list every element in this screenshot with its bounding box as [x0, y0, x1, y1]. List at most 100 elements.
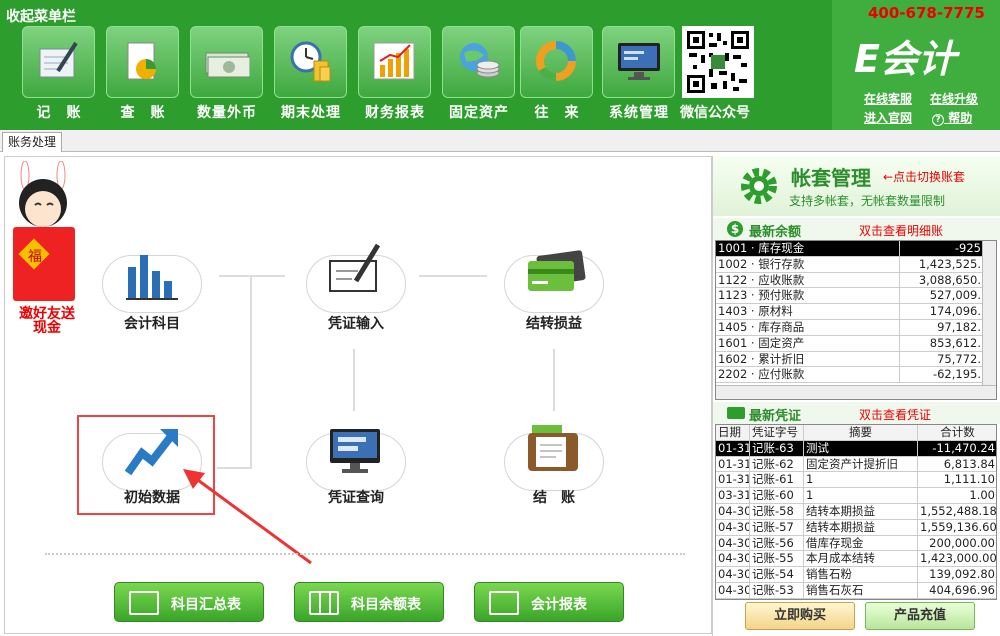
voucher-no: 记账-54: [750, 567, 804, 583]
collapse-menu-toggle[interactable]: 收起菜单栏: [6, 6, 76, 26]
balance-account: 1602 · 累计折旧: [716, 351, 900, 368]
subject-summary-button[interactable]: 科目汇总表: [114, 582, 264, 622]
flow-accounts-button[interactable]: 会计科目: [97, 241, 207, 332]
toolbar-bookkeeping-button[interactable]: 记 账: [22, 26, 96, 122]
flow-connector: [353, 349, 355, 411]
buy-now-button[interactable]: 立即购买: [745, 602, 855, 630]
help-link[interactable]: ? 帮助: [932, 109, 972, 126]
balance-row[interactable]: 2202 · 应付账款 -62,195.: [716, 367, 996, 384]
account-set-subtitle: 支持多帐套，无帐套数量限制: [789, 194, 946, 208]
flow-carry-forward-button[interactable]: 结转损益: [499, 241, 609, 332]
account-set-manager[interactable]: 帐套管理 ←点击切换账套 支持多帐套，无帐套数量限制: [713, 156, 1000, 216]
balance-header: $ 最新余额 双击查看明细账: [713, 218, 1000, 240]
voucher-row[interactable]: 04-30 记账-58 结转本期损益 1,552,488.18: [716, 503, 997, 520]
flow-close-period-button[interactable]: 结 账: [499, 419, 609, 506]
grid-icon: [309, 591, 339, 615]
summary-table-icon: [129, 591, 159, 615]
voucher-date: 01-31: [718, 456, 750, 473]
balance-hint: 双击查看明细账: [859, 224, 944, 238]
toolbar-system-button[interactable]: 系统管理: [602, 26, 676, 122]
balance-row[interactable]: 1001 · 库存现金 -925: [716, 241, 996, 257]
button-label: 会计报表: [531, 597, 587, 613]
voucher-row[interactable]: 04-30 记账-55 本月成本结转 1,423,000.00: [716, 551, 997, 568]
voucher-row[interactable]: 03-31 记账-60 1 1.00: [716, 488, 996, 504]
voucher-table: 日期 凭证字号 摘要 合计数 01-31 记账-63 测试 -11,470.24 01-…: [715, 424, 997, 600]
clock-coins-icon: [274, 26, 347, 98]
balance-account: 2202 · 应付账款: [716, 367, 900, 384]
voucher-date: 04-30: [718, 519, 750, 536]
balance-value: 853,612.: [900, 335, 984, 352]
balance-row[interactable]: 1405 · 库存商品 97,182.: [716, 319, 996, 336]
balance-row[interactable]: 1122 · 应收账款 3,088,650.: [716, 272, 996, 289]
voucher-table-header: 日期 凭证字号 摘要 合计数: [716, 425, 996, 441]
voucher-amount: 1,552,488.18: [920, 503, 997, 518]
svg-text:福: 福: [28, 249, 42, 265]
tab-accounting[interactable]: 账务处理: [2, 132, 63, 152]
voucher-row[interactable]: 01-31 记账-61 1 1,111.10: [716, 472, 996, 489]
wechat-label: 微信公众号: [680, 105, 750, 121]
ring-icon: [520, 26, 593, 98]
balance-row[interactable]: 1123 · 预付账款 527,009.: [716, 288, 996, 305]
globe-coins-icon: [442, 26, 515, 98]
toolbar-contacts-button[interactable]: 往 来: [520, 26, 594, 122]
recharge-button[interactable]: 产品充值: [865, 602, 975, 630]
online-service-link[interactable]: 在线客服: [864, 90, 912, 107]
toolbar-label: 记 账: [36, 105, 82, 121]
report-icon: [489, 591, 519, 615]
top-toolbar: 收起菜单栏 记 账 查 账 数量外币 期末处理 财务报表 固定资产 往 来 系统…: [0, 0, 1000, 130]
balance-value: 527,009.: [900, 288, 984, 305]
wechat-qr-code: [682, 26, 754, 98]
flow-label: 结转损益: [526, 316, 582, 332]
balance-title: 最新余额: [749, 225, 802, 240]
accounting-report-button[interactable]: 会计报表: [474, 582, 624, 622]
voucher-no: 记账-56: [750, 535, 804, 552]
online-upgrade-link[interactable]: 在线升级: [930, 90, 978, 107]
balance-row[interactable]: 1602 · 累计折旧 75,772.: [716, 351, 996, 368]
toolbar-label: 查 账: [120, 105, 166, 121]
help-label: 帮助: [948, 111, 973, 125]
voucher-no: 记账-58: [750, 503, 804, 520]
flow-connector: [419, 275, 487, 277]
toolbar-period-end-button[interactable]: 期末处理: [274, 26, 348, 122]
voucher-row[interactable]: 01-31 记账-62 固定资产计提折旧 6,813.84: [716, 456, 996, 473]
balance-row[interactable]: 1601 · 固定资产 853,612.: [716, 335, 996, 352]
voucher-no: 记账-60: [750, 488, 804, 504]
flow-voucher-input-button[interactable]: 凭证输入: [301, 241, 411, 332]
promo-invite-friends[interactable]: 福 邀好友送现金: [7, 160, 81, 341]
toolbar-currency-button[interactable]: 数量外币: [190, 26, 264, 122]
official-site-link[interactable]: 进入官网: [864, 109, 912, 126]
switch-account-set-hint: ←点击切换账套: [883, 170, 966, 184]
balance-value: -925: [900, 241, 984, 257]
voucher-row[interactable]: 04-30 记账-57 结转本期损益 1,559,136.60: [716, 519, 996, 536]
balance-vertical-scrollbar[interactable]: [982, 241, 996, 399]
account-chart-icon: [126, 255, 178, 300]
money-icon: [190, 26, 263, 98]
voucher-memo: 借库存现金: [804, 535, 918, 552]
voucher-row[interactable]: 04-30 记账-53 销售石灰石 404,696.96: [716, 582, 996, 599]
voucher-row[interactable]: 04-30 记账-54 销售石粉 139,092.80: [716, 567, 996, 583]
voucher-row[interactable]: 04-30 记账-56 借库存现金 200,000.00: [716, 535, 996, 552]
voucher-amount: 1,423,000.00: [920, 551, 997, 566]
flow-connector: [219, 275, 285, 277]
flow-label: 结 账: [533, 490, 575, 506]
voucher-hint: 双击查看凭证: [859, 408, 932, 422]
document-chart-icon: [106, 26, 179, 98]
toolbar-reports-button[interactable]: 财务报表: [358, 26, 432, 122]
voucher-memo: 固定资产计提折旧: [804, 456, 918, 473]
button-label: 科目余额表: [351, 597, 421, 613]
balance-row[interactable]: 1002 · 银行存款 1,423,525.: [716, 256, 996, 273]
monitor-search-icon: [330, 429, 380, 473]
balance-account: 1123 · 预付账款: [716, 288, 900, 305]
voucher-amount: -11,470.24: [918, 441, 996, 457]
balance-horizontal-scrollbar[interactable]: [716, 385, 996, 399]
voucher-no: 记账-57: [750, 519, 804, 536]
toolbar-query-button[interactable]: 查 账: [106, 26, 180, 122]
subject-balance-button[interactable]: 科目余额表: [294, 582, 444, 622]
toolbar-fixed-assets-button[interactable]: 固定资产: [442, 26, 516, 122]
credit-card-icon: [528, 250, 586, 291]
voucher-row[interactable]: 01-31 记账-63 测试 -11,470.24: [716, 440, 996, 457]
toolbar-label: 往 来: [534, 105, 580, 121]
voucher-memo: 测试: [804, 440, 918, 457]
balance-row[interactable]: 1403 · 原材料 174,096.: [716, 304, 996, 320]
voucher-memo: 结转本期损益: [804, 503, 918, 520]
